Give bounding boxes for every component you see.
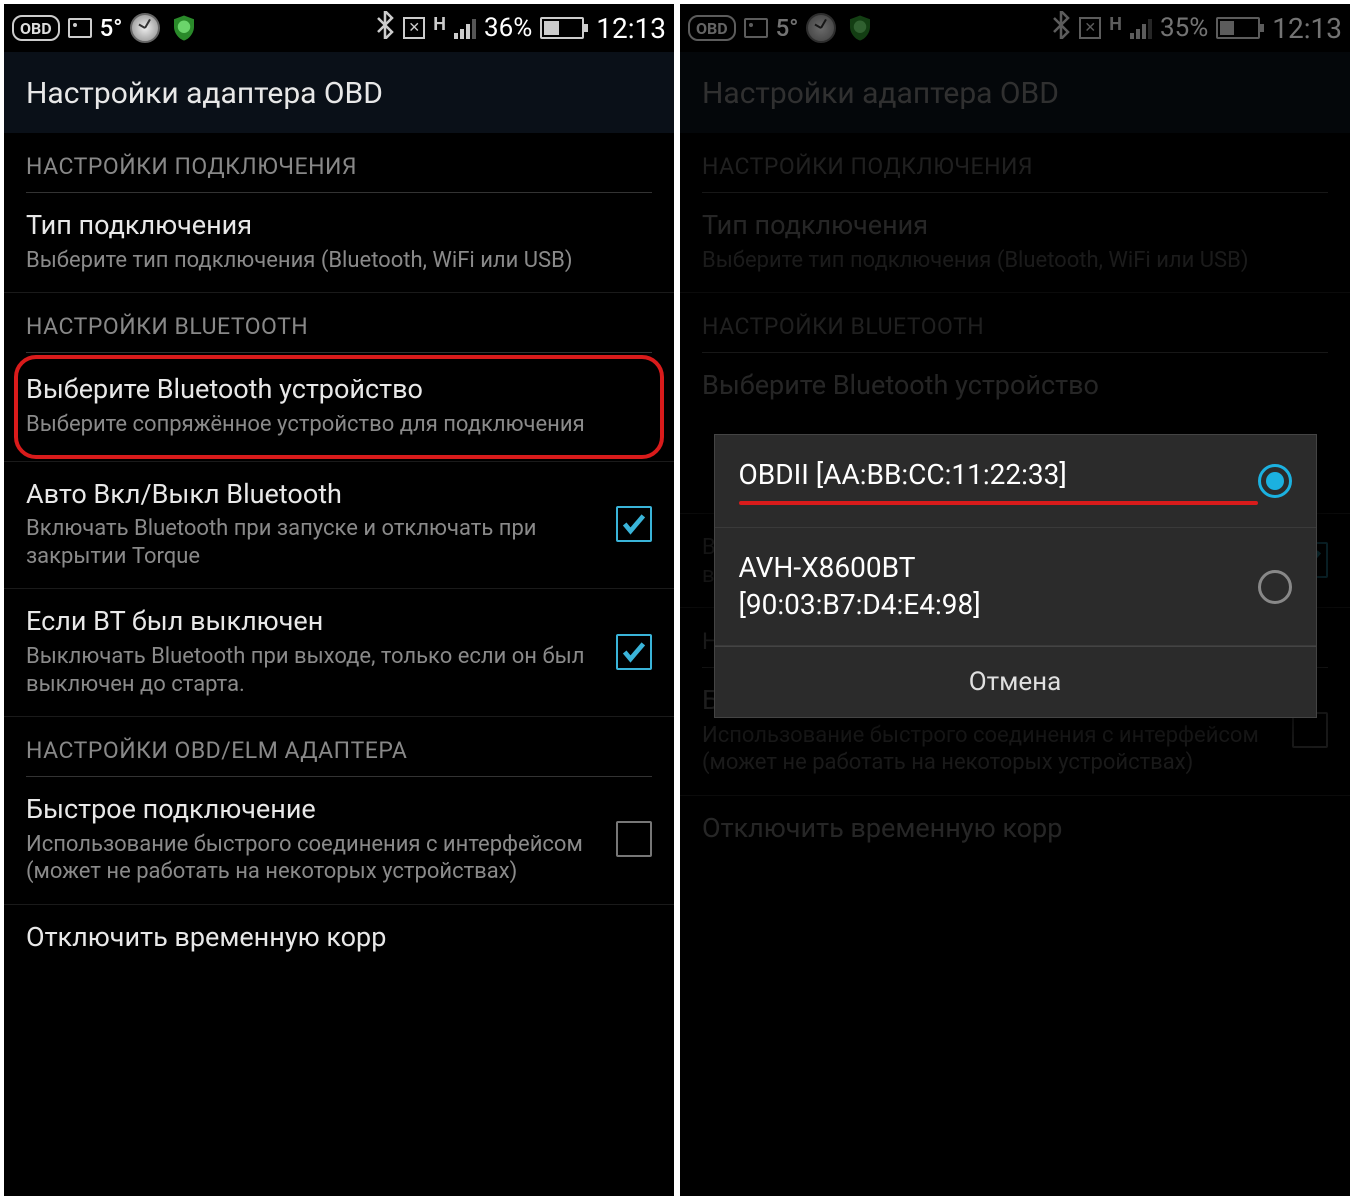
item-fast-connection[interactable]: Быстрое подключение Использование быстро… [4,777,674,905]
item-title: Если BT был выключен [26,605,604,639]
dialog-option-label: OBDII [AA:BB:CC:11:22:33] [739,457,1258,493]
page-title: Настройки адаптера OBD [26,76,652,111]
dialog-scrim[interactable]: OBDII [AA:BB:CC:11:22:33] AVH-X8600BT [9… [680,4,1350,1196]
signal-icon [454,17,476,39]
item-if-bt-was-off[interactable]: Если BT был выключен Выключать Bluetooth… [4,589,674,717]
dialog-option-avh[interactable]: AVH-X8600BT [90:03:B7:D4:E4:98] [715,528,1316,646]
bluetooth-device-dialog: OBDII [AA:BB:CC:11:22:33] AVH-X8600BT [9… [714,434,1317,718]
bluetooth-icon [375,11,395,46]
item-select-bluetooth-device[interactable]: Выберите Bluetooth устройство Выберите с… [4,353,674,461]
status-bar: OBD 5° ✕ H 36% 12:13 [4,4,674,52]
battery-percent: 36% [484,13,532,43]
dialog-cancel-button[interactable]: Отмена [715,646,1316,717]
close-box-icon: ✕ [403,17,425,39]
network-h-icon: H [433,14,446,35]
section-connection: НАСТРОЙКИ ПОДКЛЮЧЕНИЯ [4,133,674,192]
antivirus-shield-icon [168,12,200,44]
item-title: Отключить временную корр [26,921,640,955]
radio-button[interactable] [1258,570,1292,604]
dialog-option-mac: [90:03:B7:D4:E4:98] [739,587,1258,623]
phone-left: OBD 5° ✕ H 36% 12:13 Настрой [4,4,674,1196]
radio-button[interactable] [1258,464,1292,498]
item-desc: Выключать Bluetooth при выходе, только е… [26,643,604,698]
checkbox[interactable] [616,634,652,670]
clock-icon [130,13,160,43]
temperature: 5° [100,14,123,42]
item-connection-type[interactable]: Тип подключения Выберите тип подключения… [4,193,674,293]
section-obd-elm: НАСТРОЙКИ OBD/ELM АДАПТЕРА [4,717,674,776]
section-bluetooth: НАСТРОЙКИ BLUETOOTH [4,293,674,352]
settings-list[interactable]: НАСТРОЙКИ ПОДКЛЮЧЕНИЯ Тип подключения Вы… [4,133,674,1196]
phone-right: OBD 5° ✕ H 35% 12:13 Настрой [680,4,1350,1196]
item-title: Выберите Bluetooth устройство [26,373,640,407]
clock-time: 12:13 [596,12,666,45]
checkbox[interactable] [616,506,652,542]
item-desc: Включать Bluetooth при запуске и отключа… [26,515,604,570]
item-desc: Выберите тип подключения (Bluetooth, WiF… [26,247,640,275]
checkbox[interactable] [616,821,652,857]
obd-notification-icon: OBD [12,15,60,41]
item-title: Тип подключения [26,209,640,243]
item-disable-temp-corr[interactable]: Отключить временную корр [4,905,674,973]
dual-screenshot-container: OBD 5° ✕ H 36% 12:13 Настрой [0,0,1354,1200]
dialog-option-name: AVH-X8600BT [739,550,1258,586]
item-desc: Использование быстрого соединения с инте… [26,831,604,886]
screen-header: Настройки адаптера OBD [4,52,674,133]
item-title: Быстрое подключение [26,793,604,827]
picture-icon [68,18,92,38]
dialog-option-obdii[interactable]: OBDII [AA:BB:CC:11:22:33] [715,435,1316,528]
red-underline-annotation [739,501,1258,505]
battery-icon [540,17,584,39]
item-desc: Выберите сопряжённое устройство для подк… [26,411,640,439]
item-auto-bluetooth[interactable]: Авто Вкл/Выкл Bluetooth Включать Bluetoo… [4,462,674,590]
item-title: Авто Вкл/Выкл Bluetooth [26,478,604,512]
